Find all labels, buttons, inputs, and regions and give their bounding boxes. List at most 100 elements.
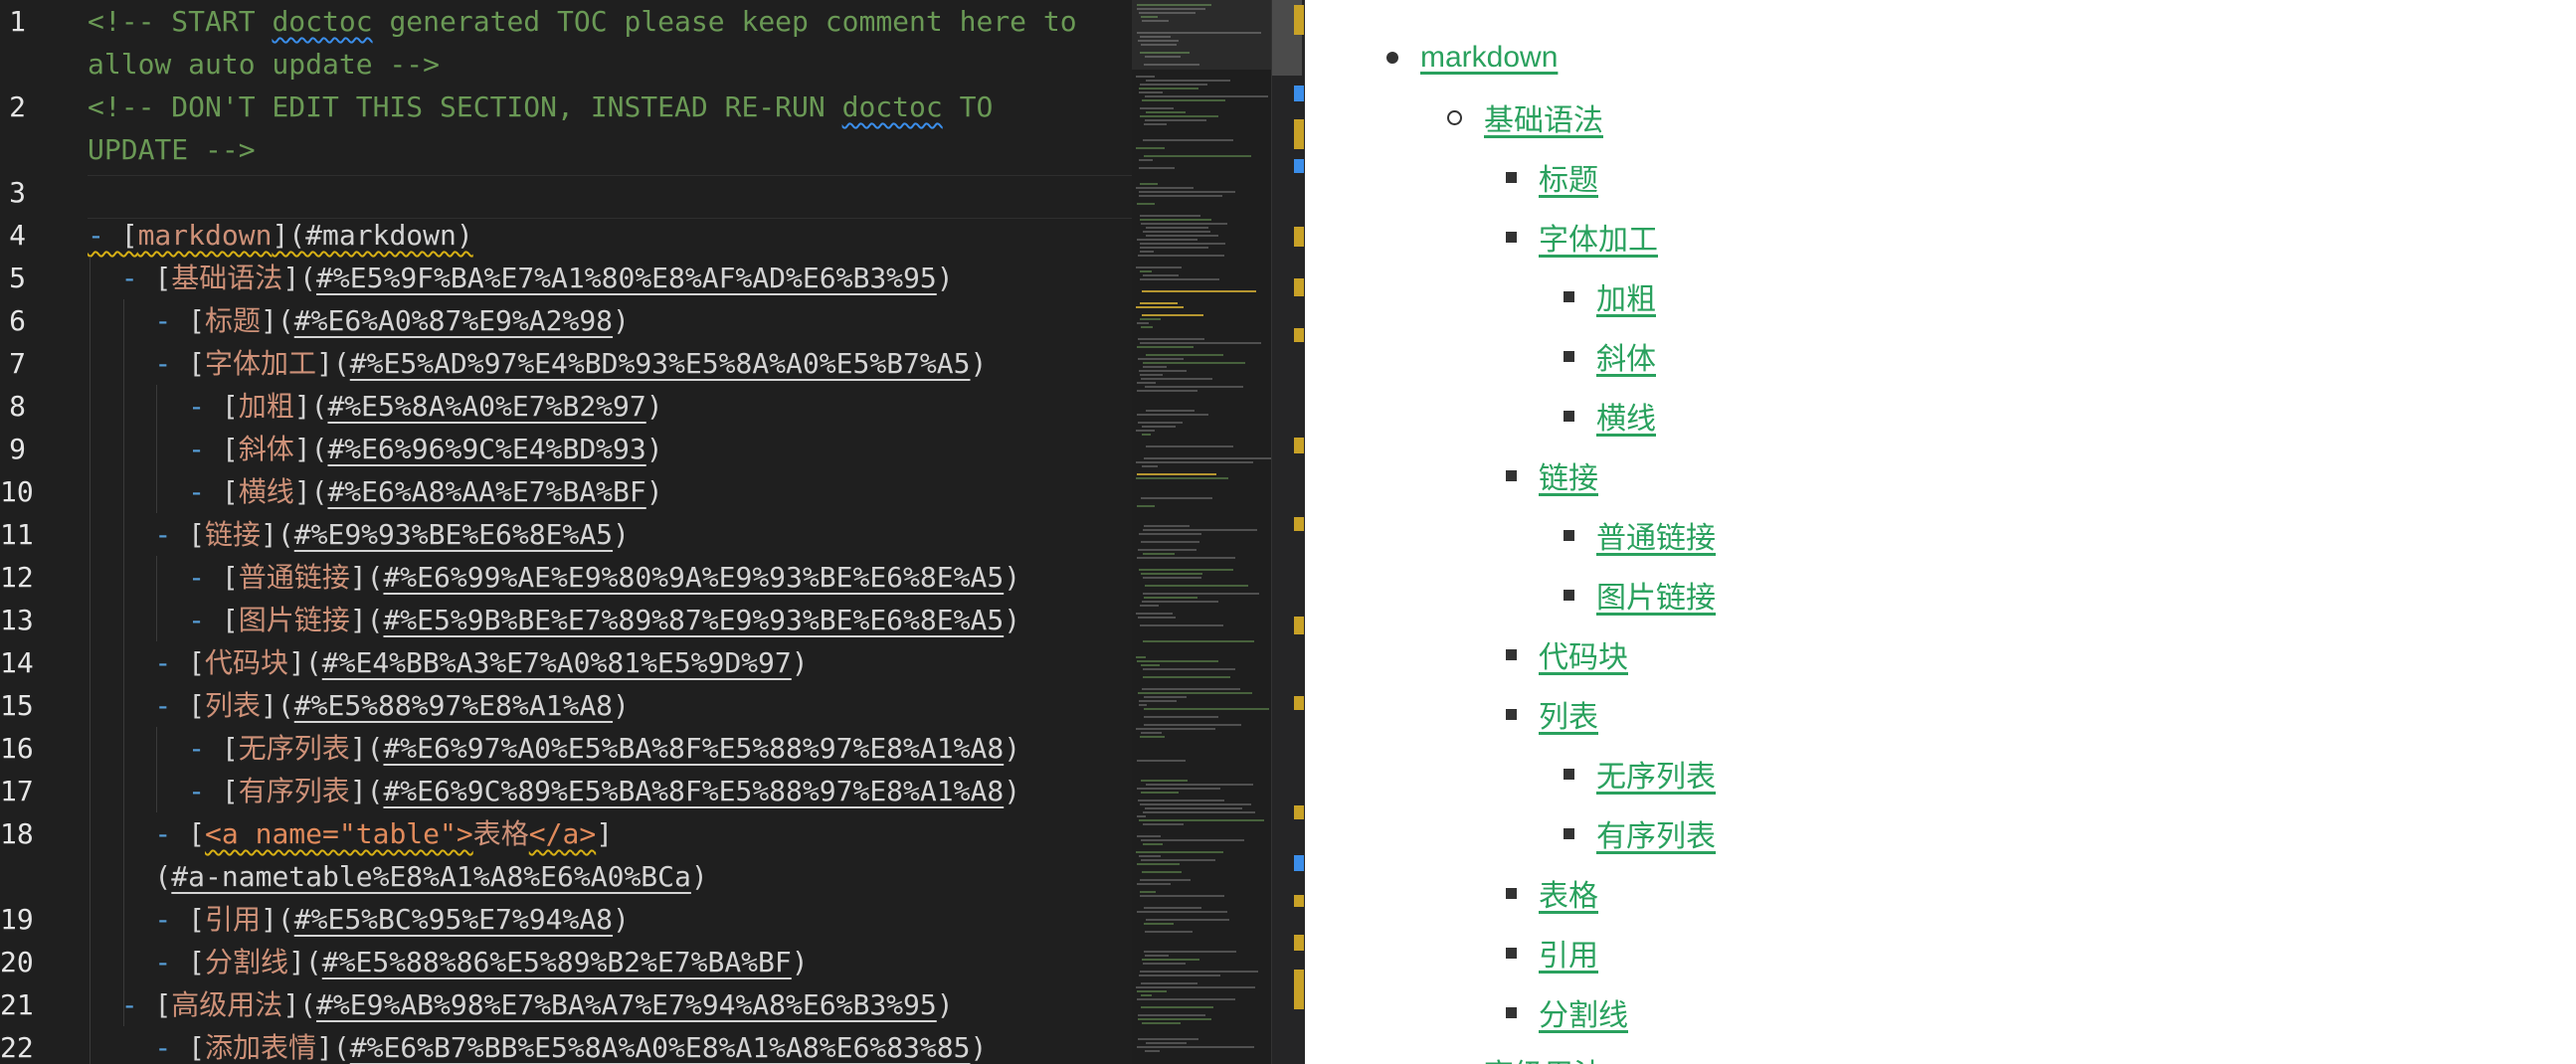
code-token: #%E6%A8%AA%E7%BA%BF: [327, 475, 646, 508]
code-line[interactable]: - [列表](#%E5%88%97%E8%A1%A8): [88, 684, 629, 727]
code-line[interactable]: (#a-nametable%E8%A1%A8%E6%A0%BCa): [88, 855, 707, 898]
code-token: ](: [349, 732, 384, 765]
editor-scrollbar[interactable]: [1271, 0, 1305, 1064]
indent-guide: [156, 385, 158, 513]
code-line[interactable]: - [markdown](#markdown): [88, 214, 473, 257]
code-token: -: [88, 1031, 189, 1064]
code-line[interactable]: allow auto update -->: [88, 43, 440, 86]
minimap-line: [1144, 931, 1194, 933]
toc-link[interactable]: 链接: [1539, 453, 1598, 497]
code-token: #%E4%BB%A3%E7%A0%81%E5%9D%97: [321, 646, 792, 679]
minimap-line: [1140, 115, 1218, 117]
toc-link[interactable]: 横线: [1596, 394, 1656, 438]
code-token: [: [188, 689, 206, 722]
code-line[interactable]: <!-- START doctoc generated TOC please k…: [88, 0, 1077, 43]
code-token: #%E5%9F%BA%E7%A1%80%E8%AF%AD%E6%B3%95: [316, 262, 937, 294]
minimap-line: [1137, 760, 1186, 762]
code-token: 高级用法: [171, 988, 283, 1021]
minimap-line: [1138, 422, 1184, 424]
code-area[interactable]: <!-- START doctoc generated TOC please k…: [88, 0, 1132, 1064]
toc-link[interactable]: 引用: [1539, 931, 1598, 975]
minimap-line: [1136, 147, 1165, 149]
code-line[interactable]: - [添加表情](#%E6%B7%BB%E5%8A%A0%E8%A1%A8%E6…: [88, 1026, 987, 1064]
markdown-preview-pane[interactable]: markdown 基础语法标题字体加工加粗斜体横线链接普通链接图片链接代码块列表无…: [1305, 0, 2576, 1064]
code-token: ](: [293, 433, 328, 465]
code-line[interactable]: - [基础语法](#%E5%9F%BA%E7%A1%80%E8%AF%AD%E6…: [88, 257, 954, 299]
minimap-line: [1139, 704, 1148, 706]
minimap-line: [1145, 111, 1186, 113]
code-token: #a-nametable%E8%A1%A8%E6%A0%BCa: [171, 860, 691, 893]
minimap-line: [1136, 390, 1197, 392]
code-line[interactable]: - [加粗](#%E5%8A%A0%E7%B2%97): [88, 385, 662, 428]
code-line[interactable]: - [<a name="table">表格</a>]: [88, 812, 613, 855]
toc-item: 横线: [1564, 396, 1656, 436]
code-token: <a name="table">: [205, 817, 473, 850]
scrollbar-marker: [1294, 119, 1304, 149]
minimap[interactable]: [1132, 0, 1271, 1064]
minimap-line: [1136, 728, 1215, 730]
minimap-line: [1140, 879, 1191, 881]
toc-link[interactable]: 基础语法: [1484, 95, 1603, 139]
code-token: ): [645, 475, 663, 508]
code-token: ): [613, 518, 630, 551]
code-line[interactable]: - [横线](#%E6%A8%AA%E7%BA%BF): [88, 470, 663, 513]
code-line[interactable]: - [无序列表](#%E6%97%A0%E5%BA%8F%E5%88%97%E8…: [88, 727, 1020, 770]
toc-link[interactable]: markdown: [1420, 41, 1558, 75]
toc-link[interactable]: 字体加工: [1539, 215, 1658, 259]
line-number: 4: [9, 219, 26, 252]
toc-item: 普通链接: [1564, 515, 1716, 555]
bullet-icon: [1506, 708, 1517, 720]
toc-link[interactable]: 有序列表: [1596, 811, 1716, 855]
minimap-line: [1145, 235, 1219, 237]
minimap-line: [1144, 119, 1207, 121]
minimap-line: [1143, 676, 1230, 678]
minimap-line: [1144, 525, 1190, 527]
toc-link[interactable]: 图片链接: [1596, 573, 1716, 617]
minimap-line: [1142, 139, 1234, 141]
toc-link[interactable]: 列表: [1539, 692, 1598, 736]
minimap-line: [1141, 426, 1176, 428]
minimap-line: [1136, 557, 1235, 559]
code-line[interactable]: <!-- DON'T EDIT THIS SECTION, INSTEAD RE…: [88, 86, 993, 128]
code-token: -: [88, 219, 121, 252]
code-token: #%E6%A0%87%E9%A2%98: [293, 304, 614, 337]
minimap-line: [1141, 378, 1212, 380]
code-line[interactable]: - [链接](#%E9%93%BE%E6%8E%A5): [88, 513, 630, 556]
code-line[interactable]: - [斜体](#%E6%96%9C%E4%BD%93): [88, 428, 662, 470]
code-line[interactable]: - [分割线](#%E5%88%86%E5%89%B2%E7%BA%BF): [88, 941, 808, 983]
toc-link[interactable]: 代码块: [1539, 632, 1628, 676]
code-line[interactable]: - [引用](#%E5%BC%95%E7%94%A8): [88, 898, 629, 941]
code-token: ](#markdown): [272, 219, 473, 252]
editor-pane[interactable]: 1 2 3 4 5 6 7 8 9 10 11 12 13 14 15 16 17 18 19 20 21 22 <!--…: [0, 0, 1305, 1064]
code-line[interactable]: - [字体加工](#%E5%AD%97%E4%BD%93%E5%8A%A0%E5…: [88, 342, 987, 385]
code-line[interactable]: - [普通链接](#%E6%99%AE%E9%80%9A%E9%93%BE%E6…: [88, 556, 1020, 599]
toc-link[interactable]: 表格: [1539, 871, 1598, 915]
code-line[interactable]: - [图片链接](#%E5%9B%BE%E7%89%87%E9%93%BE%E6…: [88, 599, 1020, 641]
code-token: ](: [293, 475, 328, 508]
toc-link[interactable]: 标题: [1539, 155, 1598, 199]
code-line[interactable]: - [代码块](#%E4%BB%A3%E7%A0%81%E5%9D%97): [88, 641, 808, 684]
code-line[interactable]: - [高级用法](#%E9%AB%98%E7%BA%A7%E7%94%A8%E6…: [88, 983, 954, 1026]
code-line[interactable]: UPDATE -->: [88, 128, 256, 171]
toc-link[interactable]: 普通链接: [1596, 513, 1716, 557]
toc-link[interactable]: 加粗: [1596, 274, 1656, 318]
minimap-line: [1140, 895, 1225, 897]
minimap-viewport[interactable]: [1132, 0, 1271, 70]
minimap-line: [1139, 251, 1154, 253]
code-token: ): [936, 988, 954, 1021]
code-token: 代码块: [205, 646, 289, 679]
minimap-line: [1138, 617, 1177, 619]
toc-link[interactable]: 分割线: [1539, 990, 1628, 1034]
minimap-line: [1136, 414, 1209, 416]
scrollbar-marker: [1294, 935, 1304, 951]
toc-link[interactable]: 无序列表: [1596, 752, 1716, 796]
minimap-line: [1140, 219, 1211, 221]
minimap-line: [1136, 613, 1173, 615]
toc-link[interactable]: 斜体: [1596, 334, 1656, 378]
minimap-line: [1140, 971, 1258, 973]
toc-link[interactable]: 高级用法: [1484, 1050, 1603, 1064]
toc-item: 标题: [1506, 157, 1598, 197]
minimap-line: [1136, 76, 1156, 78]
code-line[interactable]: - [有序列表](#%E6%9C%89%E5%BA%8F%E5%88%97%E8…: [88, 770, 1020, 812]
code-line[interactable]: - [标题](#%E6%A0%87%E9%A2%98): [88, 299, 629, 342]
